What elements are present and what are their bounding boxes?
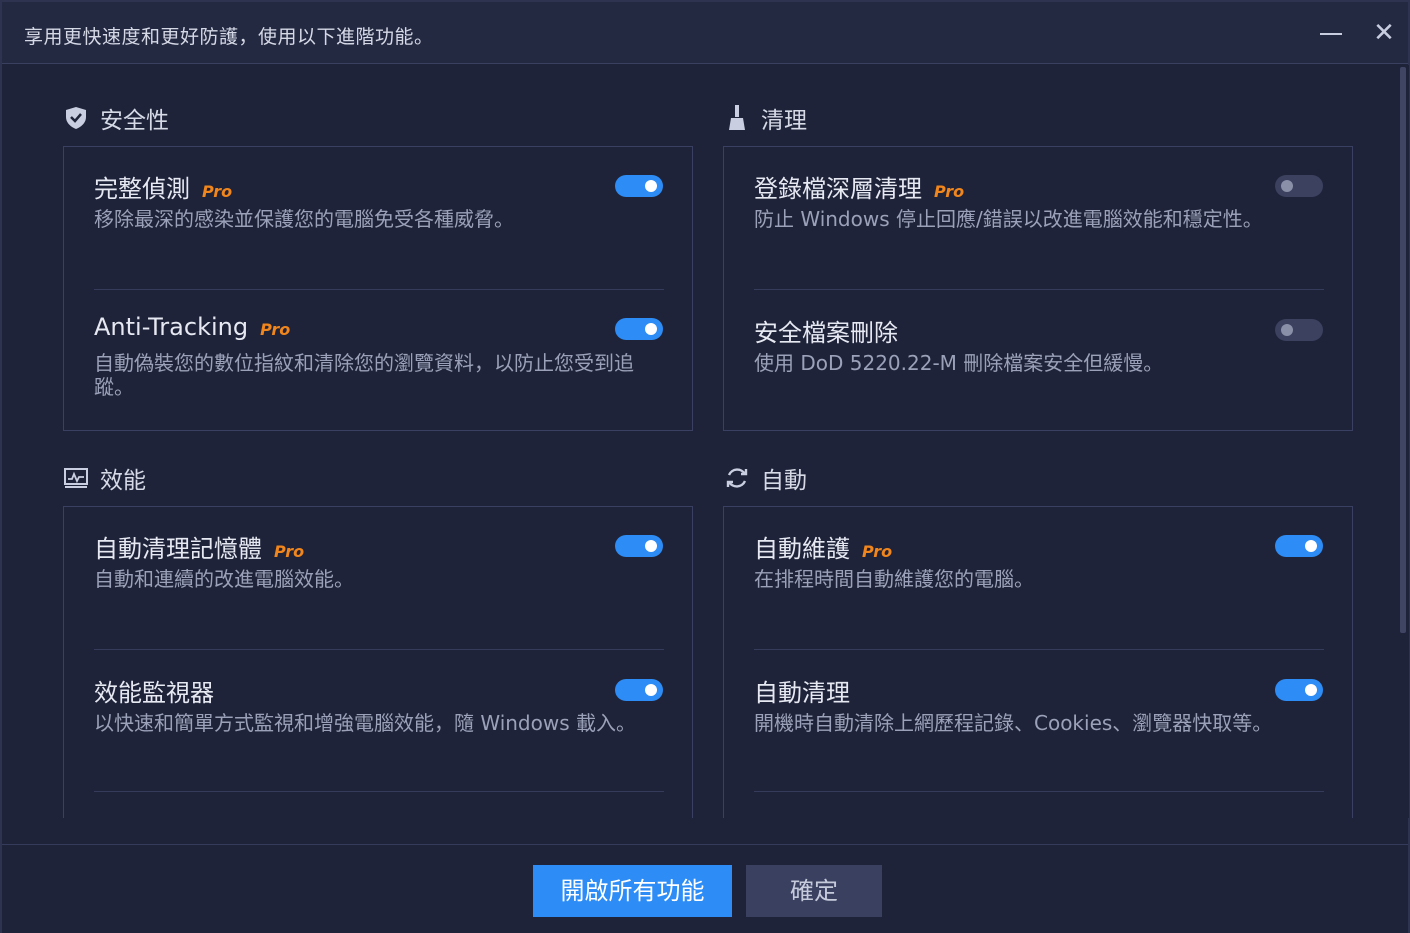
feature-name: 自動清理 [754,679,850,707]
divider [754,649,1324,650]
monitor-chart-icon [62,464,90,492]
section-title: 效能 [100,468,146,494]
dialog-window: 享用更快速度和更好防護，使用以下進階功能。 ✕ 安全性 完整偵測 Pro 移除最深… [0,0,1410,933]
shield-icon [62,104,90,132]
divider [94,649,664,650]
feature-desc: 自動偽裝您的數位指紋和清除您的瀏覽資料，以防止您受到追蹤。 [94,351,634,399]
pro-badge: Pro [934,182,965,201]
pro-badge: Pro [274,542,305,561]
divider [754,289,1324,290]
title-bar: 享用更快速度和更好防護，使用以下進階功能。 ✕ [2,2,1408,64]
window-title: 享用更快速度和更好防護，使用以下進階功能。 [24,26,434,48]
security-panel: 完整偵測 Pro 移除最深的感染並保護您的電腦免受各種威脅。 Anti-Track… [63,146,693,431]
pro-badge: Pro [862,542,893,561]
pro-badge: Pro [202,182,233,201]
toggle-auto-care[interactable] [1275,535,1323,557]
refresh-icon [723,464,751,492]
feature-name: 效能監視器 [94,679,214,707]
toggle-full-scan[interactable] [615,175,663,197]
feature-desc: 在排程時間自動維護您的電腦。 [754,567,1034,591]
feature-desc: 以快速和簡單方式監視和增強電腦效能，隨 Windows 載入。 [94,711,636,735]
scrollbar-thumb[interactable] [1400,67,1406,633]
clean-panel: 登錄檔深層清理 Pro 防止 Windows 停止回應/錯誤以改進電腦效能和穩定性… [723,146,1353,431]
section-title: 清理 [761,108,807,134]
toggle-performance-monitor[interactable] [615,679,663,701]
toggle-anti-tracking[interactable] [615,318,663,340]
toggle-secure-file-delete[interactable] [1275,319,1323,341]
section-title: 自動 [761,468,807,494]
section-security-header: 安全性 [62,102,169,134]
vertical-scrollbar[interactable] [1397,65,1409,818]
enable-all-button[interactable]: 開啟所有功能 [533,865,732,917]
section-auto-header: 自動 [723,462,807,494]
toggle-auto-clean[interactable] [1275,679,1323,701]
feature-name: 安全檔案刪除 [754,319,898,347]
minimize-icon [1320,33,1342,35]
feature-desc: 移除最深的感染並保護您的電腦免受各種威脅。 [94,207,514,231]
divider [754,791,1324,792]
toggle-auto-ram-clean[interactable] [615,535,663,557]
ok-button[interactable]: 確定 [746,865,882,917]
close-button[interactable]: ✕ [1367,16,1401,50]
performance-panel: 自動清理記憶體 Pro 自動和連續的改進電腦效能。 效能監視器 以快速和簡單方式監… [63,506,693,818]
section-clean-header: 清理 [723,102,807,134]
toggle-registry-deep-clean[interactable] [1275,175,1323,197]
pro-badge: Pro [260,320,291,339]
minimize-button[interactable] [1314,16,1348,50]
section-title: 安全性 [100,108,169,134]
divider [94,791,664,792]
feature-desc: 防止 Windows 停止回應/錯誤以改進電腦效能和穩定性。 [754,207,1263,231]
feature-name: 登錄檔深層清理 [754,175,922,203]
feature-name: Anti-Tracking [94,313,249,341]
features-scroll-area[interactable]: 安全性 完整偵測 Pro 移除最深的感染並保護您的電腦免受各種威脅。 Anti-T… [2,65,1392,818]
auto-panel: 自動維護 Pro 在排程時間自動維護您的電腦。 自動清理 開機時自動清除上網歷程記… [723,506,1353,818]
feature-name: 自動清理記憶體 [94,535,262,563]
divider [94,289,664,290]
feature-desc: 自動和連續的改進電腦效能。 [94,567,354,591]
feature-name: 自動維護 [754,535,850,563]
feature-name: 完整偵測 [94,175,190,203]
dialog-footer: 開啟所有功能 確定 [2,844,1408,933]
close-icon: ✕ [1373,18,1395,48]
feature-desc: 開機時自動清除上網歷程記錄、Cookies、瀏覽器快取等。 [754,711,1273,735]
section-performance-header: 效能 [62,462,146,494]
broom-icon [723,104,751,132]
feature-desc: 使用 DoD 5220.22-M 刪除檔案安全但緩慢。 [754,351,1164,375]
